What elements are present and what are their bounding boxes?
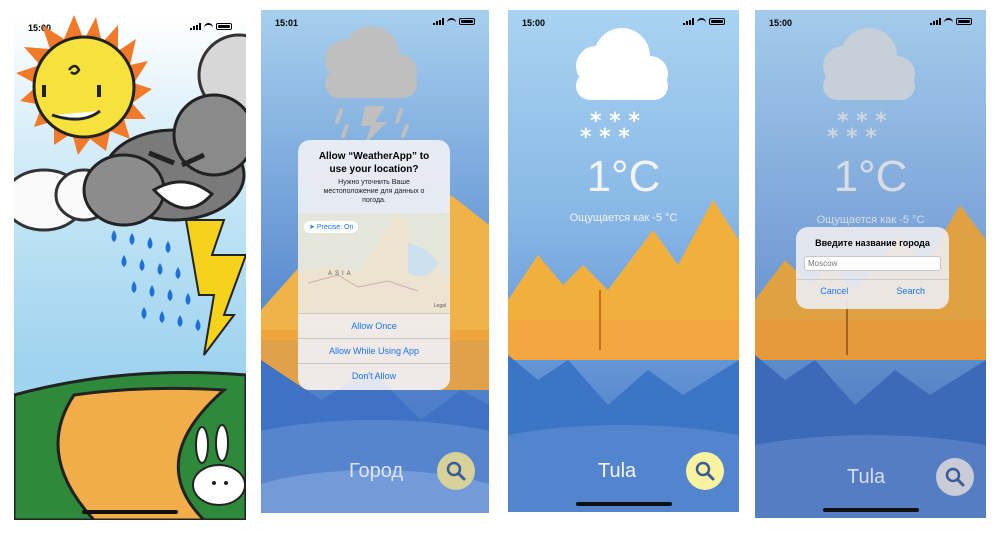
svg-text:* * *: * * * (580, 125, 630, 150)
search-icon (945, 467, 965, 487)
search-icon (446, 461, 466, 481)
home-indicator (822, 508, 919, 512)
home-indicator (82, 510, 178, 514)
precise-label: Precise: On (316, 224, 354, 231)
cancel-button[interactable]: Cancel (796, 280, 873, 302)
lightning-icon (184, 219, 246, 356)
dialog-title: Введите название города (815, 238, 930, 248)
map-region-label: ASIA (328, 271, 354, 277)
location-permission-screen: 15:01 Allow “WeatherApp” to use your loc… (261, 10, 489, 513)
search-confirm-button[interactable]: Search (873, 280, 950, 302)
allow-once-button[interactable]: Allow Once (298, 313, 450, 338)
snow-icon: * * * * * * (576, 28, 668, 150)
dialog-actions: Cancel Search (796, 279, 949, 302)
snow-icon: * * * * * * (823, 28, 915, 150)
search-button[interactable] (686, 452, 724, 490)
city-input[interactable] (804, 256, 941, 271)
city-label: Tula (598, 460, 637, 482)
city-search-screen: 15:00 * * * * * * 1°C Ощущается как -5 °… (755, 10, 986, 518)
search-icon (695, 461, 715, 481)
search-button[interactable] (936, 458, 974, 496)
temperature-value: 1°C (833, 152, 908, 201)
search-button[interactable] (437, 452, 475, 490)
location-permission-alert: Allow “WeatherApp” to use your location?… (298, 140, 450, 390)
city-label: Город (349, 460, 404, 482)
feels-like-label: Ощущается как -5 °C (816, 214, 925, 226)
sun-icon (16, 15, 152, 155)
alert-message: Нужно уточнить Ваше местоположение для д… (323, 179, 425, 204)
svg-text:* * *: * * * (827, 125, 877, 150)
splash-screen: 15:00 (14, 15, 246, 520)
home-indicator (575, 502, 672, 506)
location-arrow-icon: ➤ (309, 224, 315, 231)
temperature-value: 1°C (586, 152, 661, 201)
precise-location-toggle[interactable]: ➤ Precise: On (304, 221, 359, 233)
alert-title: Allow “WeatherApp” to use your location? (318, 151, 430, 175)
thunderstorm-icon (325, 26, 417, 144)
city-search-dialog: Введите название города Cancel Search (796, 227, 949, 309)
splash-illustration (14, 15, 246, 520)
location-map: ➤ Precise: On ASIA Legal (298, 213, 450, 313)
feels-like-label: Ощущается как -5 °C (569, 212, 678, 224)
map-legal-label: Legal (433, 303, 446, 309)
city-label: Tula (847, 466, 886, 488)
dont-allow-button[interactable]: Don't Allow (298, 363, 450, 388)
allow-while-using-button[interactable]: Allow While Using App (298, 338, 450, 363)
weather-screen: 15:00 * * * * * * 1°C Ощущается как -5 °… (508, 10, 739, 512)
rain-drops-icon (111, 230, 201, 331)
